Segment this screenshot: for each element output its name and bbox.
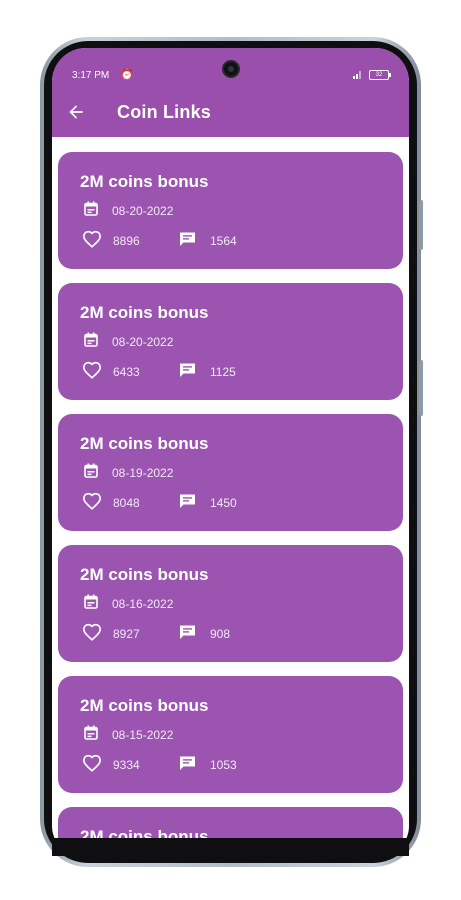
alarm-icon: ⏰ [120,69,134,81]
like-count: 6433 [113,365,140,379]
like-count: 9334 [113,758,140,772]
post-title: 2M coins bonus [80,565,209,584]
screen: 3:17 PM ⏰ 32 Coin Links 2M coins bonus 0… [52,48,409,856]
calendar-icon [84,201,98,221]
comment-count: 1053 [210,758,237,772]
post-card[interactable]: 2M coins bonus 08-15-2022 9334 1053 [58,676,403,793]
comment-icon[interactable] [179,755,196,776]
volume-button [419,200,423,250]
front-camera [222,60,240,78]
comment-icon[interactable] [179,493,196,514]
comment-icon[interactable] [179,231,196,252]
comment-icon[interactable] [179,362,196,383]
comment-count: 1125 [210,365,236,379]
post-title: 2M coins bonus [80,696,209,715]
post-card[interactable]: 2M coins bonus 08-20-2022 6433 1125 [58,283,403,400]
arrow-left-icon[interactable] [66,102,86,122]
signal-icon [353,71,363,79]
calendar-icon [84,594,98,614]
battery-icon: 32 [369,70,391,80]
post-date: 08-20-2022 [112,335,174,349]
like-count: 8048 [113,496,140,510]
comment-count: 1564 [210,234,237,248]
heart-icon[interactable] [82,230,102,253]
post-card[interactable]: 2M coins bonus 08-16-2022 8927 908 [58,545,403,662]
post-date: 08-16-2022 [112,597,174,611]
calendar-icon [84,463,98,483]
status-icons: 32 [353,70,391,80]
post-card[interactable]: 2M coins bonus 08-19-2022 8048 1450 [58,414,403,531]
like-count: 8896 [113,234,140,248]
screen-bottom-edge [52,838,409,856]
status-time: 3:17 PM [72,70,110,81]
heart-icon[interactable] [82,623,102,646]
comment-count: 908 [210,627,231,641]
like-count: 8927 [113,627,140,641]
post-title: 2M coins bonus [80,434,209,453]
calendar-icon [84,725,98,745]
heart-icon[interactable] [82,361,102,384]
post-date: 08-19-2022 [112,466,174,480]
heart-icon[interactable] [82,492,102,515]
app-bar: 3:17 PM ⏰ 32 Coin Links [52,48,409,137]
post-title: 2M coins bonus [80,172,209,191]
heart-icon[interactable] [82,754,102,777]
post-title: 2M coins bonus [80,303,209,322]
post-date: 08-20-2022 [112,204,174,218]
post-date: 08-15-2022 [112,728,174,742]
post-card[interactable]: 2M coins bonus 08-20-2022 8896 1564 [58,152,403,269]
power-button [419,360,423,416]
comment-count: 1450 [210,496,237,510]
page-title: Coin Links [117,102,212,122]
calendar-icon [84,332,98,352]
comment-icon[interactable] [179,624,196,645]
